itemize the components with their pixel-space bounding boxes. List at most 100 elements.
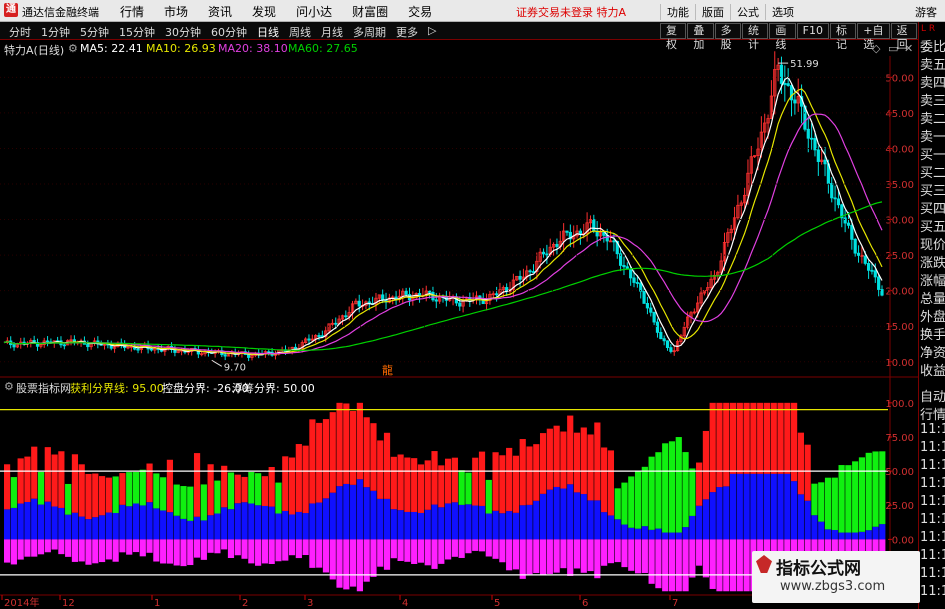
side-panel-item[interactable]: 总量: [920, 288, 945, 307]
menu-wealth[interactable]: 财富圈: [342, 3, 398, 20]
side-panel-item[interactable]: 卖五: [920, 54, 945, 73]
menu-options[interactable]: 选项: [765, 4, 800, 20]
menu-formula[interactable]: 公式: [730, 4, 765, 20]
tool-button[interactable]: 叠加: [687, 23, 714, 51]
blue-bar: [105, 512, 112, 540]
side-panel-item[interactable]: 11:1: [920, 584, 945, 599]
candle-body: [183, 349, 187, 353]
side-panel-item[interactable]: 卖二: [920, 108, 945, 127]
period-tab[interactable]: 周线: [284, 24, 316, 40]
side-panel-item[interactable]: 卖四: [920, 72, 945, 91]
candle-body: [528, 270, 532, 273]
candle-body: [384, 299, 388, 303]
candle-body: [816, 149, 820, 162]
side-panel-item[interactable]: 现价: [920, 234, 945, 253]
side-panel-item[interactable]: 涨跌: [920, 252, 945, 271]
side-panel-item[interactable]: 11:1: [920, 512, 945, 527]
side-panel-item[interactable]: 外盘: [920, 306, 945, 325]
menu-function[interactable]: 功能: [660, 4, 695, 20]
side-panel-item[interactable]: 11:1: [920, 494, 945, 509]
menu-market[interactable]: 市场: [154, 3, 198, 20]
blue-bar: [132, 503, 140, 540]
period-tab[interactable]: 5分钟: [75, 24, 114, 40]
blue-bar: [153, 508, 160, 540]
settings-icon[interactable]: ⚙: [68, 42, 78, 55]
side-panel-item[interactable]: 11:1: [920, 440, 945, 455]
side-panel-item[interactable]: 涨幅: [920, 270, 945, 289]
watermark-title: 指标公式网: [776, 559, 861, 579]
blue-bar: [641, 526, 648, 540]
more-arrow-icon[interactable]: ▷: [423, 24, 441, 40]
green-bar: [180, 486, 187, 519]
side-panel-item[interactable]: 收益: [920, 360, 945, 379]
candle-body: [123, 343, 127, 349]
period-tab[interactable]: 多周期: [348, 24, 391, 40]
side-panel-item[interactable]: 换手: [920, 324, 945, 343]
tool-button[interactable]: F10: [796, 23, 829, 39]
diamond-icon[interactable]: ◇: [872, 42, 880, 55]
side-panel-item[interactable]: 行情: [920, 404, 945, 423]
indicator-settings-icon[interactable]: ⚙: [4, 380, 14, 393]
side-panel-item[interactable]: 11:1: [920, 476, 945, 491]
candle-body: [699, 292, 703, 304]
period-tab[interactable]: 60分钟: [206, 24, 252, 40]
side-panel-item[interactable]: 买二: [920, 162, 945, 181]
green-bar: [838, 465, 845, 533]
side-panel-item[interactable]: 11:1: [920, 566, 945, 581]
period-tab[interactable]: 分时: [4, 24, 36, 40]
menu-discover[interactable]: 发现: [242, 3, 286, 20]
red-bar: [44, 447, 51, 502]
blue-bar: [377, 498, 384, 540]
x-tick-label: 12: [62, 598, 75, 609]
tool-button[interactable]: 复权: [660, 23, 687, 51]
candle-body: [451, 296, 455, 299]
menu-trade[interactable]: 交易: [398, 3, 442, 20]
red-bar: [506, 447, 513, 512]
minimize-icon[interactable]: ▭: [888, 42, 898, 55]
blue-bar: [723, 486, 730, 540]
period-tab[interactable]: 月线: [316, 24, 348, 40]
tool-button[interactable]: 画线: [769, 23, 796, 51]
menu-layout[interactable]: 版面: [695, 4, 730, 20]
side-panel-item[interactable]: 卖一: [920, 126, 945, 145]
close-icon[interactable]: ✕: [904, 42, 913, 55]
tool-button[interactable]: 返回: [890, 23, 917, 51]
period-tab[interactable]: 15分钟: [114, 24, 160, 40]
side-panel-item[interactable]: 11:1: [920, 422, 945, 437]
blue-bar: [343, 483, 350, 540]
x-tick-label: 6: [582, 598, 588, 609]
menu-quotes[interactable]: 行情: [110, 3, 154, 20]
menu-ask[interactable]: 问小达: [286, 3, 342, 20]
magenta-bar: [316, 539, 323, 568]
period-tab[interactable]: 日线: [252, 24, 284, 40]
candle-body: [535, 260, 539, 272]
menu-news[interactable]: 资讯: [198, 3, 242, 20]
profit-line-label: 获利分界线: 95.00: [70, 382, 164, 395]
blue-bar: [404, 511, 411, 540]
side-panel-item[interactable]: 净资: [920, 342, 945, 361]
side-panel-item[interactable]: 11:1: [920, 548, 945, 563]
side-panel-item[interactable]: 11:1: [920, 530, 945, 545]
side-panel-item[interactable]: 卖三: [920, 90, 945, 109]
side-panel-item[interactable]: 买一: [920, 144, 945, 163]
red-bar: [526, 446, 533, 505]
magenta-bar: [370, 539, 377, 577]
period-tab[interactable]: 1分钟: [36, 24, 75, 40]
kline-chart[interactable]: 51.999.70 龍 50.0045.0040.0035.0030.0025.0…: [0, 0, 918, 609]
side-panel-item[interactable]: 自动: [920, 386, 945, 405]
side-panel-item[interactable]: 11:1: [920, 458, 945, 473]
blue-bar: [255, 505, 262, 540]
side-panel-item[interactable]: 买三: [920, 180, 945, 199]
tool-button[interactable]: 统计: [741, 23, 769, 51]
blue-bar: [397, 510, 404, 540]
tool-button[interactable]: +自选: [857, 23, 890, 51]
side-panel-item[interactable]: 买五: [920, 216, 945, 235]
period-tab[interactable]: 30分钟: [160, 24, 206, 40]
side-panel-item[interactable]: 买四: [920, 198, 945, 217]
tool-button[interactable]: 多股: [714, 23, 741, 51]
tool-button[interactable]: 标记: [829, 23, 857, 51]
magenta-bar: [377, 539, 384, 567]
period-tab[interactable]: 更多: [391, 24, 423, 40]
side-panel-item[interactable]: 委比: [920, 36, 945, 55]
guest-button[interactable]: 游客: [915, 4, 937, 20]
